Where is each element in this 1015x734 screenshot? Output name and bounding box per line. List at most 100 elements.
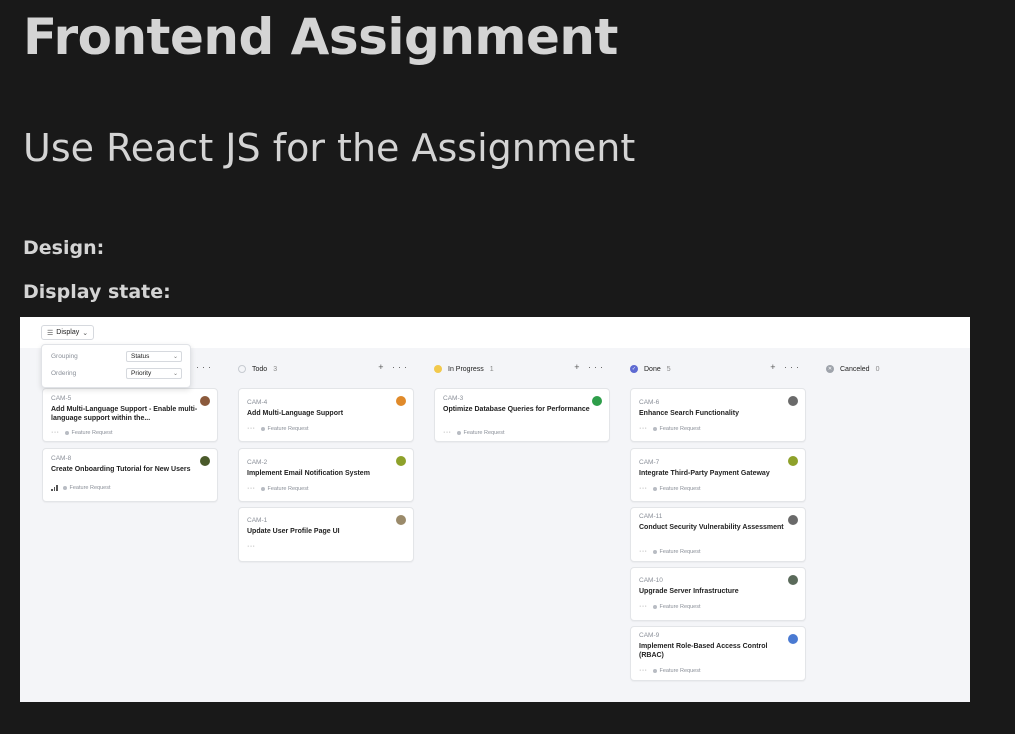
column-header-todo: Todo 3 + ··· (238, 362, 414, 375)
card-meta: ··· Feature Request (639, 485, 700, 492)
avatar (200, 456, 210, 466)
priority-bars-icon (51, 485, 58, 491)
column-actions[interactable]: + ··· (574, 362, 606, 372)
column-count: 1 (489, 365, 494, 373)
column-count: 3 (273, 365, 278, 373)
more-icon[interactable]: ··· (51, 429, 60, 436)
card-id: CAM-10 (639, 577, 663, 584)
tag-feature-request: Feature Request (261, 486, 309, 492)
board-screenshot: ☰ Display ⌄ + ··· CAM-5 Add Multi-Langua… (20, 317, 970, 702)
more-icon[interactable]: ··· (247, 543, 256, 550)
column-header-canceled: ✕ Canceled 0 (826, 363, 970, 375)
card-title: Integrate Third-Party Payment Gateway (639, 470, 770, 477)
column-actions[interactable]: + ··· (770, 362, 802, 372)
display-state-heading: Display state: (23, 281, 171, 303)
card-title: Enhance Search Functionality (639, 410, 739, 417)
card-id: CAM-8 (51, 455, 72, 462)
card-title: Implement Email Notification System (247, 470, 370, 477)
card-CAM-11[interactable]: CAM-11 Conduct Security Vulnerability As… (630, 507, 806, 562)
card-title: Add Multi-Language Support (247, 410, 344, 417)
card-meta: ··· Feature Request (639, 667, 700, 674)
column-actions[interactable]: + ··· (378, 362, 410, 372)
card-title: Optimize Database Queries for Performanc… (443, 406, 590, 413)
card-id: CAM-4 (247, 399, 268, 406)
card-CAM-3[interactable]: CAM-3 Optimize Database Queries for Perf… (434, 388, 610, 442)
chevron-down-icon: ⌄ (82, 329, 89, 337)
more-icon[interactable]: ··· (639, 603, 648, 610)
card-id: CAM-6 (639, 399, 660, 406)
todo-status-icon (238, 365, 246, 373)
page-subtitle: Use React JS for the Assignment (23, 126, 636, 170)
sliders-icon: ☰ (47, 329, 54, 337)
tag-feature-request: Feature Request (653, 668, 701, 674)
ordering-label: Ordering (51, 370, 77, 377)
avatar (788, 396, 798, 406)
avatar (396, 456, 406, 466)
more-icon[interactable]: ··· (443, 429, 452, 436)
column-header-in-progress: In Progress 1 + ··· (434, 362, 610, 375)
tag-feature-request: Feature Request (653, 426, 701, 432)
tag-feature-request: Feature Request (261, 426, 309, 432)
more-icon[interactable]: ··· (247, 425, 256, 432)
done-check-icon: ✓ (630, 365, 638, 373)
card-id: CAM-11 (639, 513, 663, 520)
more-icon[interactable]: ··· (639, 485, 648, 492)
canceled-x-icon: ✕ (826, 365, 834, 373)
card-id: CAM-9 (639, 632, 660, 639)
tag-feature-request: Feature Request (653, 486, 701, 492)
card-id: CAM-3 (443, 395, 464, 402)
tag-feature-request: Feature Request (653, 604, 701, 610)
avatar (200, 396, 210, 406)
chevron-down-icon: ⌄ (172, 371, 178, 377)
display-button-label: Display (56, 329, 80, 336)
ordering-row: Ordering Priority ⌄ (51, 368, 183, 379)
more-icon[interactable]: ··· (639, 425, 648, 432)
more-icon[interactable]: ··· (639, 548, 648, 555)
avatar (396, 515, 406, 525)
card-CAM-8[interactable]: CAM-8 Create Onboarding Tutorial for New… (42, 448, 218, 502)
card-title: Create Onboarding Tutorial for New Users (51, 466, 191, 473)
avatar (788, 456, 798, 466)
column-header-done: ✓ Done 5 + ··· (630, 362, 806, 375)
tag-feature-request: Feature Request (63, 485, 111, 491)
card-id: CAM-5 (51, 395, 72, 402)
page-title: Frontend Assignment (23, 8, 618, 66)
tag-feature-request: Feature Request (457, 430, 505, 436)
design-heading: Design: (23, 237, 105, 259)
card-CAM-1[interactable]: CAM-1 Update User Profile Page UI ··· (238, 507, 414, 562)
column-name: Todo (252, 365, 268, 373)
ordering-select[interactable]: Priority ⌄ (126, 368, 182, 379)
card-CAM-7[interactable]: CAM-7 Integrate Third-Party Payment Gate… (630, 448, 806, 502)
card-meta: ··· Feature Request (639, 603, 700, 610)
card-id: CAM-1 (247, 517, 268, 524)
grouping-select[interactable]: Status ⌄ (126, 351, 182, 362)
card-title: Conduct Security Vulnerability Assessmen… (639, 524, 784, 531)
card-id: CAM-2 (247, 459, 268, 466)
card-CAM-6[interactable]: CAM-6 Enhance Search Functionality ··· F… (630, 388, 806, 442)
tag-feature-request: Feature Request (65, 430, 113, 436)
card-CAM-5[interactable]: CAM-5 Add Multi-Language Support - Enabl… (42, 388, 218, 442)
card-CAM-10[interactable]: CAM-10 Upgrade Server Infrastructure ···… (630, 567, 806, 621)
column-name: Canceled (840, 365, 870, 373)
avatar (788, 575, 798, 585)
avatar (592, 396, 602, 406)
avatar (788, 515, 798, 525)
display-button[interactable]: ☰ Display ⌄ (41, 325, 95, 340)
in-progress-status-icon (434, 365, 442, 373)
grouping-label: Grouping (51, 353, 78, 360)
card-CAM-9[interactable]: CAM-9 Implement Role-Based Access Contro… (630, 626, 806, 681)
card-meta: Feature Request (51, 485, 110, 491)
card-meta: ··· (247, 543, 256, 550)
avatar (396, 396, 406, 406)
column-name: Done (644, 365, 661, 373)
more-icon[interactable]: ··· (247, 485, 256, 492)
card-id: CAM-7 (639, 459, 660, 466)
card-CAM-2[interactable]: CAM-2 Implement Email Notification Syste… (238, 448, 414, 502)
card-title: Upgrade Server Infrastructure (639, 588, 739, 595)
more-icon[interactable]: ··· (639, 667, 648, 674)
card-CAM-4[interactable]: CAM-4 Add Multi-Language Support ··· Fea… (238, 388, 414, 442)
card-meta: ··· Feature Request (51, 429, 112, 436)
card-title: Update User Profile Page UI (247, 528, 340, 535)
card-meta: ··· Feature Request (247, 485, 308, 492)
card-meta: ··· Feature Request (639, 548, 700, 555)
